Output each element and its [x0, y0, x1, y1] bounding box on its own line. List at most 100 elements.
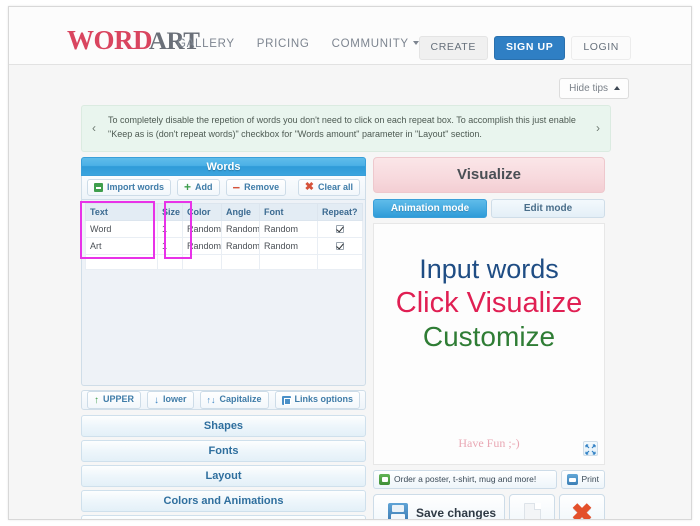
clear-all-button[interactable]: ✖ Clear all [297, 178, 360, 197]
floppy-disk-icon [388, 503, 408, 519]
cell-color[interactable]: Random [182, 237, 222, 255]
create-button[interactable]: CREATE [418, 36, 488, 60]
accordion-item-fonts[interactable]: Fonts [81, 440, 366, 462]
upper-case-button[interactable]: ↑ UPPER [87, 391, 142, 409]
visualize-action-buttons: Order a poster, t-shirt, mug and more! P… [373, 470, 605, 490]
tips-banner: ‹ To completely disable the repetion of … [81, 105, 611, 152]
column-header-font[interactable]: Font [259, 203, 318, 221]
print-label: Print [581, 474, 599, 484]
cell-text[interactable]: Art [85, 237, 158, 255]
arrow-down-icon: ↓ [154, 394, 160, 406]
cell-text[interactable] [85, 254, 158, 270]
print-button[interactable]: Print [560, 470, 605, 490]
lower-case-label: lower [163, 394, 187, 405]
cell-angle[interactable]: Random [221, 220, 260, 238]
blank-page-icon [523, 502, 541, 519]
word-cloud-content: Input words Click Visualize Customize [374, 254, 604, 353]
repeat-checkbox[interactable] [336, 242, 344, 250]
fullscreen-icon [585, 444, 596, 455]
cloud-word-input-words: Input words [419, 254, 559, 284]
cart-icon [379, 474, 390, 486]
column-header-text[interactable]: Text [85, 203, 158, 221]
cell-color[interactable]: Random [182, 220, 222, 238]
nav-item-gallery[interactable]: GALLERY [177, 38, 235, 50]
words-toolbar: Import words + Add − Remove ✖ Clear all [81, 176, 366, 200]
visualize-button[interactable]: Visualize [373, 157, 605, 193]
delete-button[interactable]: ✖ [559, 494, 605, 520]
capitalize-label: Capitalize [219, 394, 262, 405]
nav-item-community-label: COMMUNITY [331, 38, 409, 50]
upper-case-label: UPPER [103, 394, 135, 405]
repeat-checkbox[interactable] [336, 225, 344, 233]
accordion-item-download-and-share[interactable]: Download and Share [81, 515, 366, 519]
printer-icon [566, 474, 578, 486]
cell-size[interactable] [157, 254, 183, 270]
add-word-button[interactable]: + Add [177, 178, 220, 197]
table-row-empty[interactable] [85, 254, 363, 270]
cell-angle[interactable] [221, 254, 260, 270]
table-row[interactable]: Art 1 Random Random Random [85, 237, 363, 255]
browser-window: WORDART GALLERY PRICING COMMUNITY CREATE… [8, 6, 692, 520]
main-nav: GALLERY PRICING COMMUNITY [177, 38, 419, 50]
remove-word-button[interactable]: − Remove [225, 178, 287, 197]
words-panel: Words Import words + Add − Remove ✖ Clea… [80, 157, 366, 519]
auth-buttons: CREATE SIGN UP LOGIN [418, 36, 631, 60]
links-options-button[interactable]: Links options [274, 391, 361, 409]
order-merch-label: Order a poster, t-shirt, mug and more! [394, 474, 537, 484]
accordion-item-layout[interactable]: Layout [81, 465, 366, 487]
save-changes-button[interactable]: Save changes [373, 494, 505, 520]
words-panel-title: Words [81, 157, 366, 176]
x-icon: ✖ [304, 181, 314, 193]
accordion-item-shapes[interactable]: Shapes [81, 415, 366, 437]
column-header-angle[interactable]: Angle [221, 203, 260, 221]
cell-font[interactable]: Random [259, 237, 318, 255]
visualize-panel: Visualize Animation mode Edit mode Input… [373, 157, 605, 520]
import-words-label: Import words [107, 181, 165, 192]
cell-font[interactable]: Random [259, 220, 318, 238]
new-document-button[interactable] [509, 494, 555, 519]
column-header-size[interactable]: Size [157, 203, 183, 221]
minus-icon: − [232, 180, 241, 195]
order-merch-button[interactable]: Order a poster, t-shirt, mug and more! [373, 470, 557, 490]
capitalize-button[interactable]: ↑↓ Capitalize [199, 391, 269, 409]
words-table: Text Size Color Angle Font Repeat? Word … [85, 203, 363, 270]
settings-accordion: Shapes Fonts Layout Colors and Animation… [81, 415, 366, 519]
cell-font[interactable] [259, 254, 318, 270]
plus-icon: + [184, 180, 192, 194]
import-words-button[interactable]: Import words [87, 178, 172, 197]
nav-item-pricing[interactable]: PRICING [257, 38, 310, 50]
cell-color[interactable] [182, 254, 222, 270]
signup-button[interactable]: SIGN UP [493, 36, 566, 60]
column-header-repeat[interactable]: Repeat? [317, 203, 363, 221]
cell-size[interactable]: 1 [157, 220, 183, 238]
red-x-icon: ✖ [571, 498, 593, 520]
hide-tips-label: Hide tips [569, 83, 608, 94]
accordion-item-colors-and-animations[interactable]: Colors and Animations [81, 490, 366, 512]
cell-repeat[interactable] [317, 254, 363, 270]
login-button[interactable]: LOGIN [571, 36, 631, 60]
arrow-up-down-icon: ↑↓ [206, 394, 216, 405]
links-options-label: Links options [294, 394, 354, 405]
save-changes-label: Save changes [416, 506, 497, 520]
cell-size[interactable]: 1 [157, 237, 183, 255]
tips-prev-button[interactable]: ‹ [92, 121, 96, 135]
cell-text[interactable]: Word [85, 220, 158, 238]
cloud-word-click-visualize: Click Visualize [395, 286, 583, 319]
tab-animation-mode[interactable]: Animation mode [373, 199, 487, 218]
table-header-row: Text Size Color Angle Font Repeat? [85, 203, 363, 221]
column-header-color[interactable]: Color [182, 203, 222, 221]
top-navigation-bar: WORDART GALLERY PRICING COMMUNITY CREATE… [9, 7, 691, 65]
chevron-up-icon [614, 86, 620, 90]
tips-text: To completely disable the repetion of wo… [108, 115, 576, 139]
table-row[interactable]: Word 1 Random Random Random [85, 220, 363, 238]
lower-case-button[interactable]: ↓ lower [147, 391, 194, 409]
fullscreen-button[interactable] [583, 441, 598, 456]
nav-item-community[interactable]: COMMUNITY [332, 38, 419, 50]
hide-tips-button[interactable]: Hide tips [559, 78, 629, 99]
visualize-bottom-row: Save changes ✖ [373, 494, 605, 520]
cell-angle[interactable]: Random [221, 237, 260, 255]
tips-next-button[interactable]: › [596, 121, 600, 135]
link-icon [281, 395, 291, 405]
word-cloud-canvas[interactable]: Input words Click Visualize Customize Ha… [373, 223, 605, 465]
tab-edit-mode[interactable]: Edit mode [491, 199, 605, 218]
